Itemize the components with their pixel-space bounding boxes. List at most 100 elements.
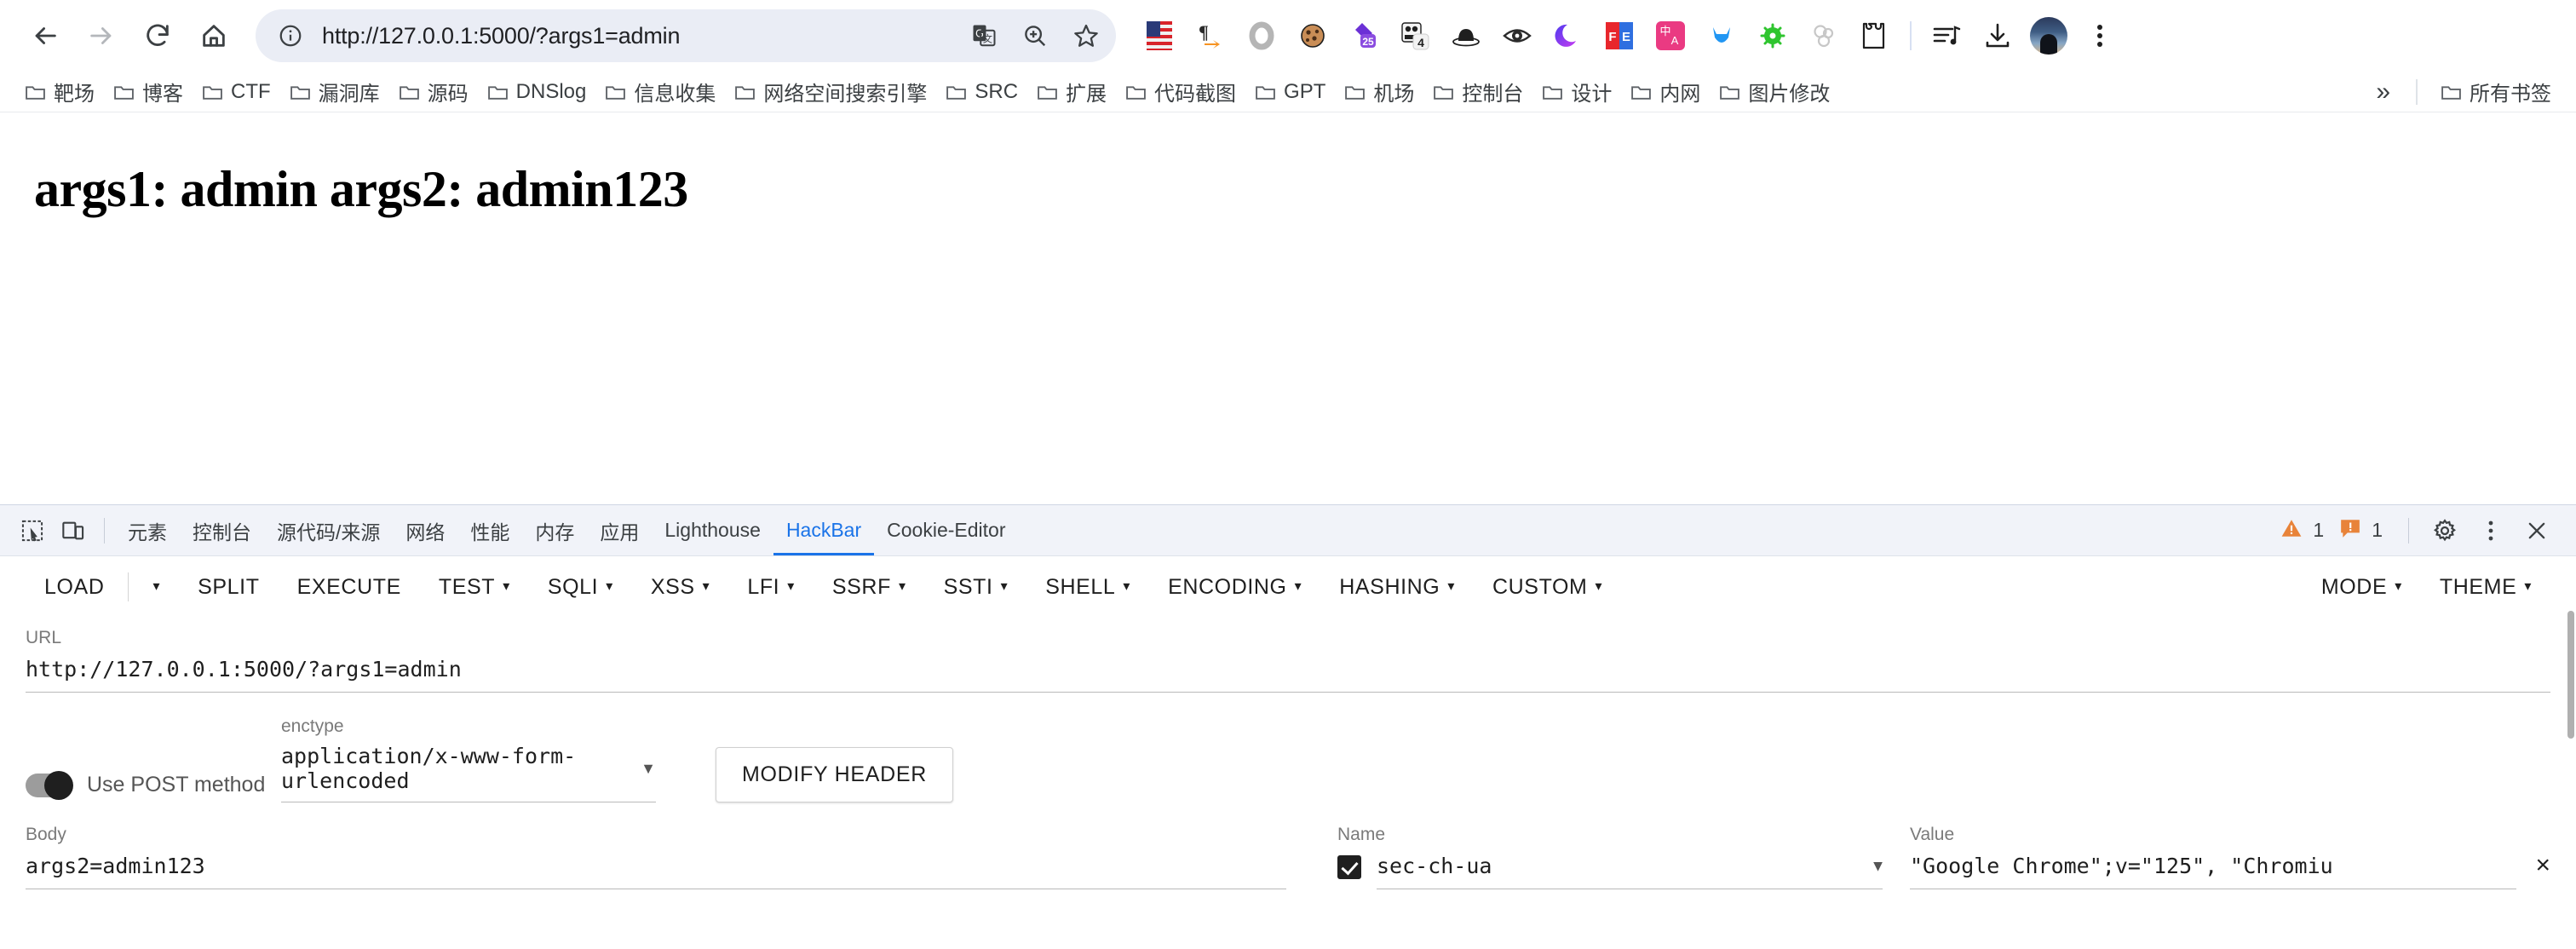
blue-cat-extension-icon[interactable] bbox=[1697, 11, 1746, 60]
headers-table: Name sec-ch-ua ▼ Value "Google Chrome";v… bbox=[1286, 825, 2550, 889]
enctype-select[interactable]: application/x-www-form-urlencoded ▼ bbox=[281, 737, 656, 802]
scrollbar-thumb[interactable] bbox=[2567, 611, 2574, 739]
hackbar-execute-button[interactable]: EXECUTE bbox=[279, 566, 420, 608]
green-bug-extension-icon[interactable] bbox=[1748, 11, 1797, 60]
eye-extension-icon[interactable] bbox=[1492, 11, 1542, 60]
puzzle-extensions-icon[interactable] bbox=[1850, 11, 1900, 60]
devtools-scrollbar[interactable] bbox=[2566, 607, 2576, 949]
bookmark-item[interactable]: 漏洞库 bbox=[280, 72, 389, 111]
bookmark-item[interactable]: 网络空间搜索引擎 bbox=[725, 72, 936, 111]
panda-4-extension-icon[interactable]: 4 bbox=[1390, 11, 1440, 60]
header-enabled-checkbox[interactable] bbox=[1337, 855, 1361, 879]
bookmark-item[interactable]: 控制台 bbox=[1423, 72, 1532, 111]
star-icon[interactable] bbox=[1067, 16, 1106, 55]
hackbar-test-button[interactable]: TEST ▾ bbox=[420, 566, 529, 608]
reload-button[interactable] bbox=[131, 9, 184, 62]
bubbles-extension-icon[interactable] bbox=[1799, 11, 1849, 60]
url-input[interactable]: http://127.0.0.1:5000/?args1=admin bbox=[26, 648, 2550, 693]
devtools-tab-hackbar[interactable]: HackBar bbox=[773, 506, 874, 555]
hackbar-encoding-button[interactable]: ENCODING ▾ bbox=[1149, 566, 1320, 608]
playlist-music-icon[interactable] bbox=[1922, 11, 1971, 60]
bookmark-item[interactable]: DNSlog bbox=[478, 76, 596, 108]
device-toolbar-icon[interactable] bbox=[53, 510, 94, 551]
header-name-input[interactable]: sec-ch-ua ▼ bbox=[1377, 845, 1883, 889]
bookmark-item[interactable]: SRC bbox=[936, 76, 1027, 108]
google-translate-icon[interactable]: G文 bbox=[964, 16, 1003, 55]
bookmarks-overflow-chevron[interactable]: » bbox=[2364, 78, 2402, 106]
bookmark-item[interactable]: 图片修改 bbox=[1710, 72, 1839, 111]
bookmark-item[interactable]: 博客 bbox=[104, 72, 193, 111]
hackbar-url-field: URL http://127.0.0.1:5000/?args1=admin bbox=[0, 618, 2576, 693]
devtools-tab-console[interactable]: 控制台 bbox=[180, 506, 264, 555]
chrome-menu-icon[interactable] bbox=[2075, 11, 2125, 60]
svg-text:文: 文 bbox=[983, 33, 992, 45]
hackbar-body-and-headers-row: Body args2=admin123 Name sec-ch-ua ▼ Val… bbox=[0, 802, 2576, 889]
devtools-tab-cookie-editor[interactable]: Cookie-Editor bbox=[874, 506, 1018, 555]
info-circle-icon[interactable] bbox=[271, 16, 310, 55]
hackbar-theme-button[interactable]: THEME ▾ bbox=[2421, 566, 2550, 608]
hackbar-load-button[interactable]: LOAD bbox=[26, 566, 123, 608]
hackbar-custom-button[interactable]: CUSTOM ▾ bbox=[1474, 566, 1621, 608]
omnibox[interactable]: http://127.0.0.1:5000/?args1=admin G文 bbox=[256, 9, 1116, 62]
modify-header-button[interactable]: MODIFY HEADER bbox=[716, 747, 953, 802]
post-method-toggle[interactable]: Use POST method bbox=[26, 770, 281, 802]
bookmark-item[interactable]: 信息收集 bbox=[595, 72, 725, 111]
moon-dark-mode-extension-icon[interactable] bbox=[1544, 11, 1593, 60]
hackbar-load-dropdown[interactable]: ▾ bbox=[134, 566, 179, 608]
bookmark-label: 博客 bbox=[142, 83, 183, 106]
hackbar-mode-button[interactable]: MODE ▾ bbox=[2303, 566, 2421, 608]
bookmark-item[interactable]: 扩展 bbox=[1027, 72, 1116, 111]
hackbar-xss-button[interactable]: XSS ▾ bbox=[632, 566, 728, 608]
hackbar-split-button[interactable]: SPLIT bbox=[179, 566, 278, 608]
devtools-tab-lighthouse[interactable]: Lighthouse bbox=[652, 506, 773, 555]
hackbar-ssrf-button[interactable]: SSRF ▾ bbox=[814, 566, 925, 608]
post-method-label: Use POST method bbox=[87, 773, 266, 797]
cookie-extension-icon[interactable] bbox=[1288, 11, 1337, 60]
hackbar-shell-button[interactable]: SHELL ▾ bbox=[1026, 566, 1149, 608]
bookmark-item[interactable]: GPT bbox=[1245, 76, 1335, 108]
close-icon[interactable] bbox=[2516, 510, 2557, 551]
fe-extension-icon[interactable]: FE bbox=[1595, 11, 1644, 60]
inspect-element-icon[interactable] bbox=[12, 510, 53, 551]
us-flag-extension-icon[interactable] bbox=[1135, 11, 1184, 60]
devtools-tab-sources[interactable]: 源代码/来源 bbox=[264, 506, 393, 555]
pilcrow-arrow-extension-icon[interactable]: ¶ bbox=[1186, 11, 1235, 60]
issue-icon[interactable] bbox=[2339, 517, 2361, 544]
more-vertical-icon[interactable] bbox=[2470, 510, 2511, 551]
devtools-tab-performance[interactable]: 性能 bbox=[457, 506, 522, 555]
hackbar-ssti-button[interactable]: SSTI ▾ bbox=[925, 566, 1027, 608]
badge-25-extension-icon[interactable]: 25 bbox=[1339, 11, 1389, 60]
forward-button[interactable] bbox=[75, 9, 128, 62]
ring-extension-icon[interactable] bbox=[1237, 11, 1286, 60]
translate-cn-extension-icon[interactable]: 中A bbox=[1646, 11, 1695, 60]
hackbar-lfi-button[interactable]: LFI ▾ bbox=[728, 566, 814, 608]
back-button[interactable] bbox=[19, 9, 72, 62]
devtools-tab-application[interactable]: 应用 bbox=[587, 506, 652, 555]
body-input[interactable]: args2=admin123 bbox=[26, 845, 1286, 889]
downloads-icon[interactable] bbox=[1973, 11, 2022, 60]
bookmark-item[interactable]: 代码截图 bbox=[1116, 72, 1245, 111]
bookmark-item[interactable]: 源码 bbox=[389, 72, 478, 111]
devtools-tab-elements[interactable]: 元素 bbox=[115, 506, 180, 555]
zoom-magnifier-icon[interactable] bbox=[1015, 16, 1055, 55]
profile-avatar[interactable] bbox=[2024, 11, 2073, 60]
home-button[interactable] bbox=[187, 9, 240, 62]
hat-extension-icon[interactable] bbox=[1441, 11, 1491, 60]
bookmark-item[interactable]: 内网 bbox=[1621, 72, 1710, 111]
all-bookmarks-button[interactable]: 所有书签 bbox=[2431, 72, 2561, 111]
toggle-switch[interactable] bbox=[26, 770, 73, 800]
devtools-tab-network[interactable]: 网络 bbox=[393, 506, 457, 555]
gear-icon[interactable] bbox=[2424, 510, 2465, 551]
hackbar-sqli-button[interactable]: SQLI ▾ bbox=[529, 566, 632, 608]
hackbar-hashing-button[interactable]: HASHING ▾ bbox=[1320, 566, 1474, 608]
remove-header-icon[interactable]: × bbox=[2535, 851, 2550, 883]
bookmark-item[interactable]: 机场 bbox=[1335, 72, 1423, 111]
header-value-input[interactable]: "Google Chrome";v="125", "Chromiu bbox=[1910, 845, 2517, 889]
address-bar-url[interactable]: http://127.0.0.1:5000/?args1=admin bbox=[322, 23, 952, 49]
devtools-tab-memory[interactable]: 内存 bbox=[522, 506, 587, 555]
bookmark-item[interactable]: 靶场 bbox=[15, 72, 104, 111]
chevron-down-icon: ▾ bbox=[2524, 579, 2532, 594]
bookmark-item[interactable]: CTF bbox=[193, 76, 280, 108]
warning-icon[interactable] bbox=[2280, 517, 2303, 544]
bookmark-item[interactable]: 设计 bbox=[1532, 72, 1621, 111]
